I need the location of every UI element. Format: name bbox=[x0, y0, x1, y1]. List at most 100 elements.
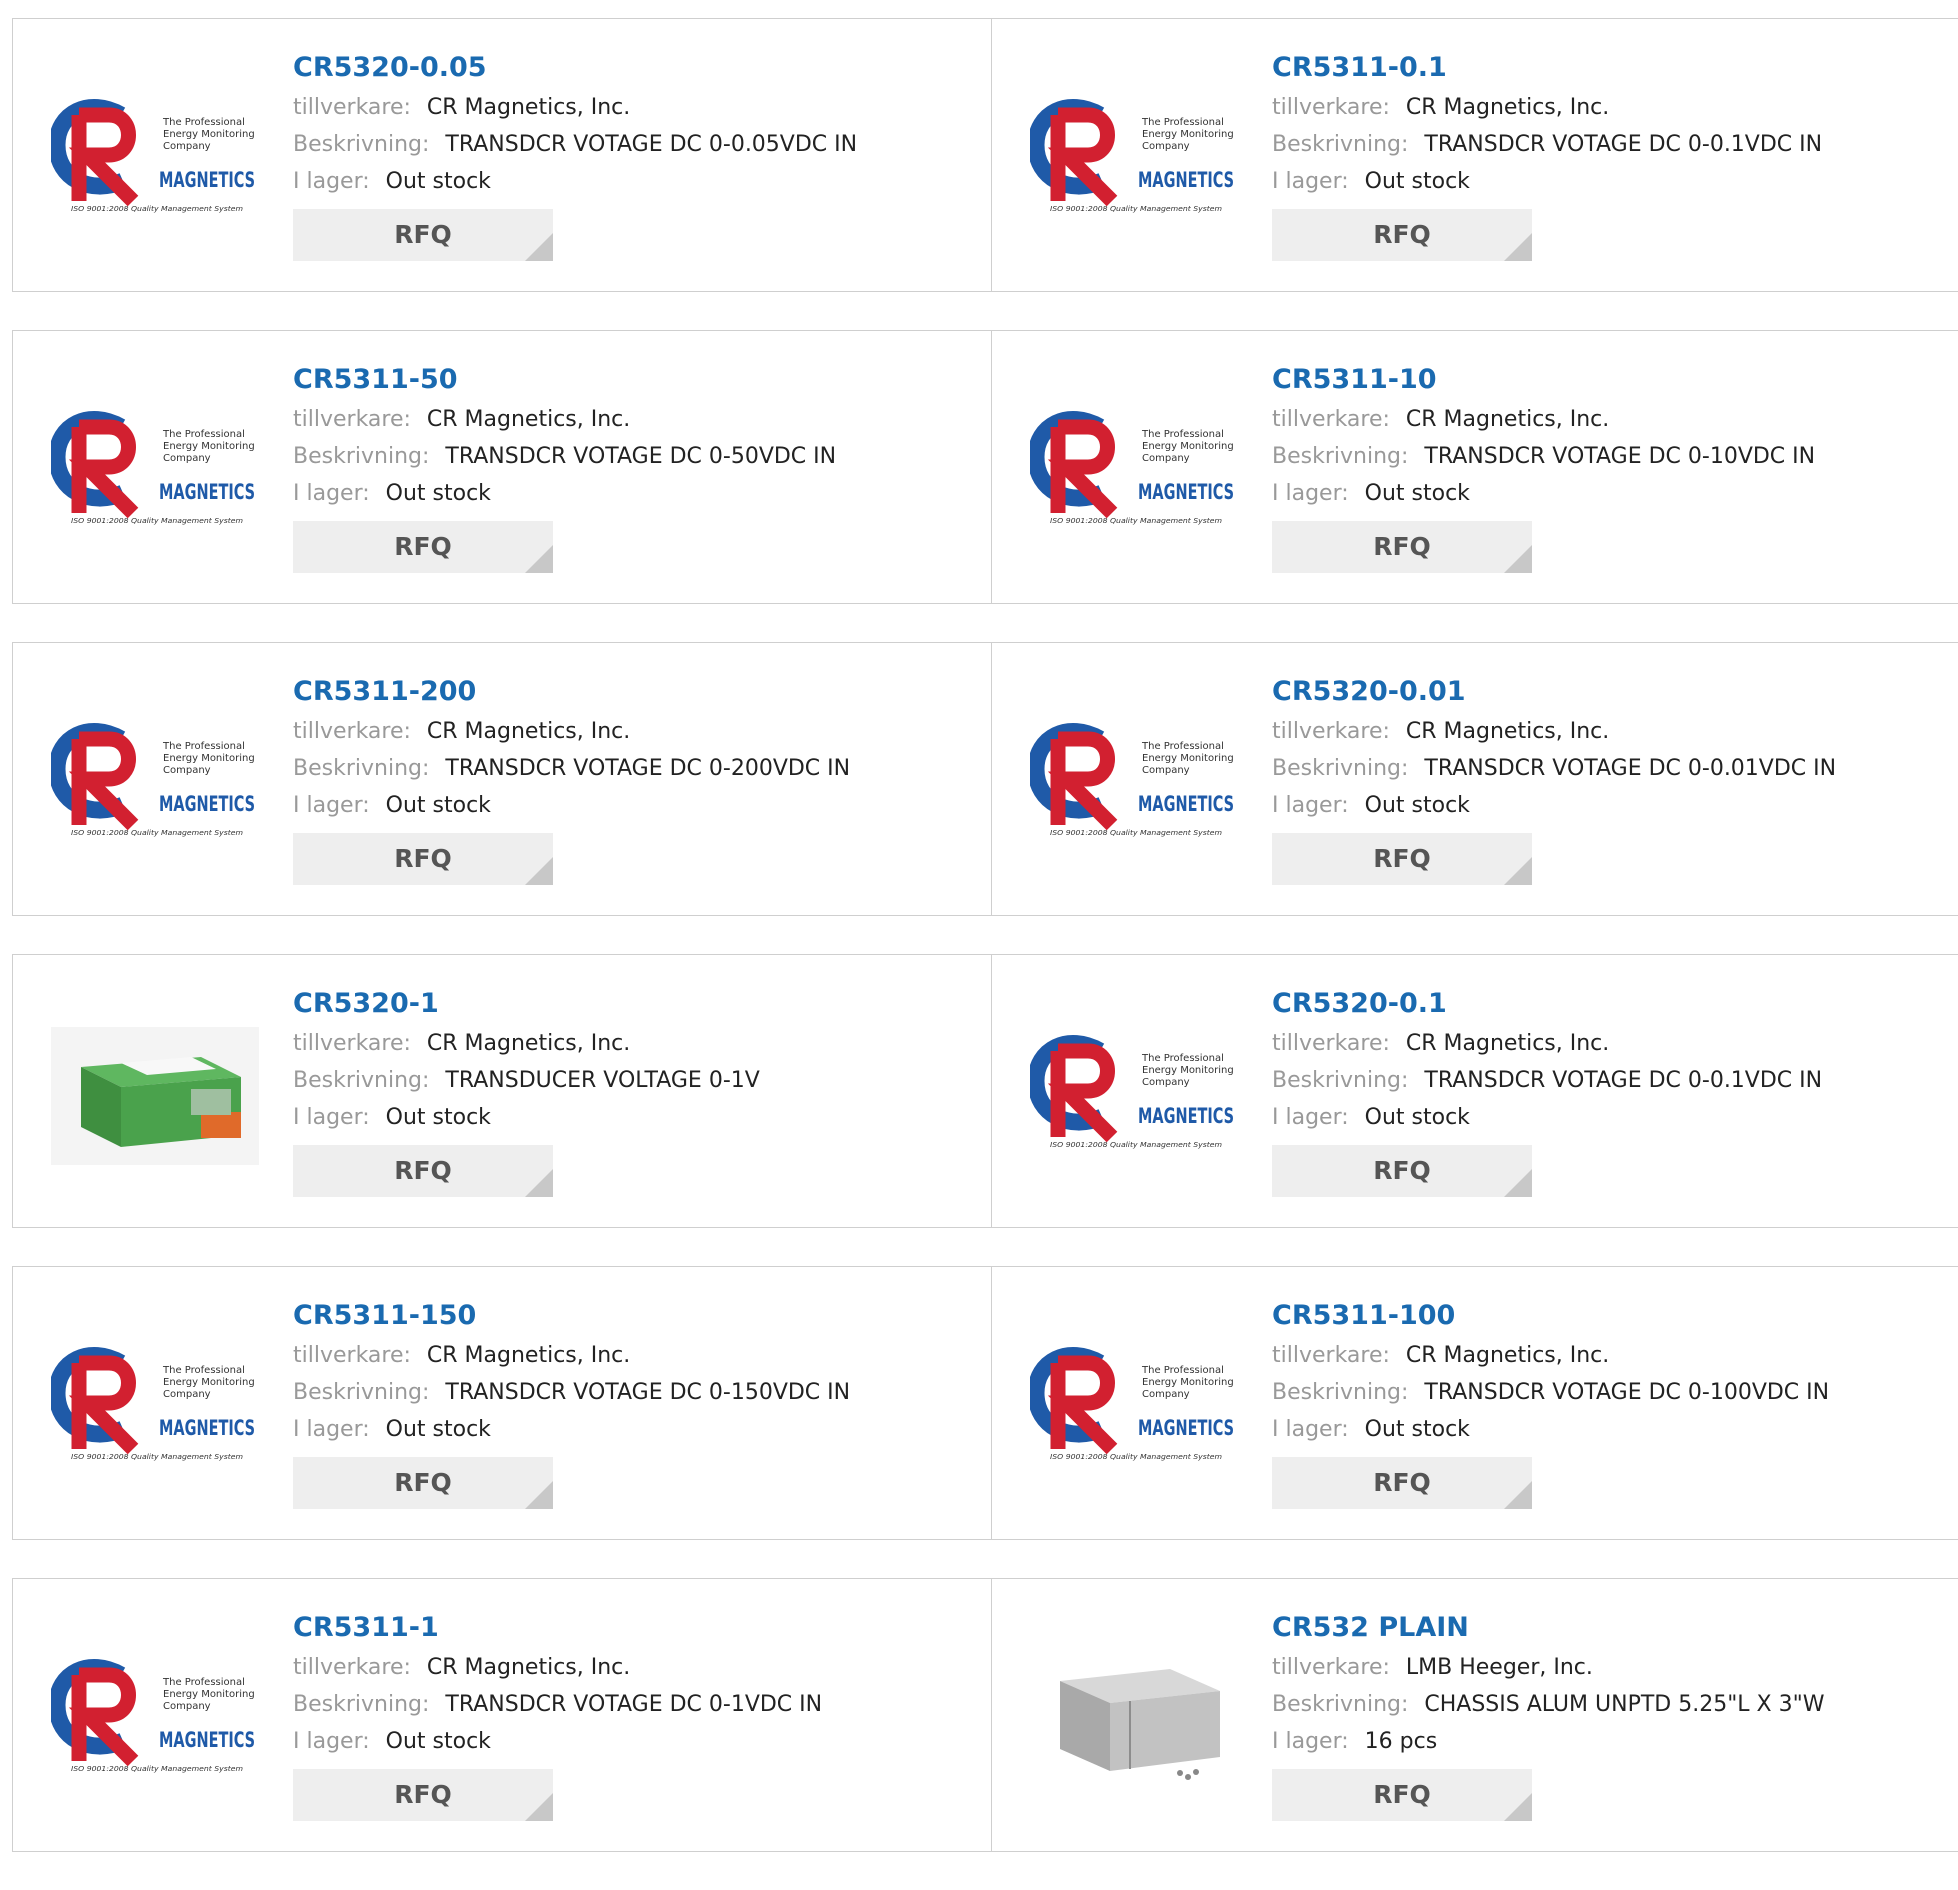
rfq-button[interactable]: RFQ bbox=[293, 1769, 553, 1821]
logo-tagline-2: Energy Monitoring bbox=[1142, 1065, 1234, 1076]
product-image[interactable]: The Professional Energy Monitoring Company… bbox=[1030, 403, 1238, 541]
description-label: Beskrivning: bbox=[293, 132, 430, 157]
rfq-button-label: RFQ bbox=[1373, 532, 1431, 561]
rfq-button[interactable]: RFQ bbox=[1272, 209, 1532, 261]
logo-tagline-1: The Professional bbox=[162, 1677, 245, 1688]
logo-tagline-2: Energy Monitoring bbox=[163, 753, 255, 764]
rfq-button[interactable]: RFQ bbox=[293, 521, 553, 573]
product-image[interactable]: The Professional Energy Monitoring Company… bbox=[1030, 1027, 1238, 1165]
manufacturer-row: tillverkare: CR Magnetics, Inc. bbox=[293, 713, 850, 750]
cr-magnetics-logo-icon: The ProfessionalEnergy MonitoringCompany… bbox=[1030, 1347, 1234, 1461]
corner-triangle-icon bbox=[525, 1793, 553, 1821]
product-info: CR532 PLAIN tillverkare: LMB Heeger, Inc.… bbox=[1272, 1609, 1825, 1821]
cr-magnetics-logo-icon: The ProfessionalEnergy MonitoringCompany… bbox=[1030, 723, 1234, 837]
description-value: TRANSDCR VOTAGE DC 0-100VDC IN bbox=[1424, 1380, 1830, 1405]
description-value: TRANSDCR VOTAGE DC 0-0.1VDC IN bbox=[1424, 1068, 1823, 1093]
product-image[interactable]: The Professional Energy Monitoring Company… bbox=[51, 403, 259, 541]
stock-value: Out stock bbox=[385, 169, 491, 194]
product-part-number-link[interactable]: CR5311-0.1 bbox=[1272, 49, 1822, 89]
rfq-button[interactable]: RFQ bbox=[1272, 521, 1532, 573]
product-part-number-link[interactable]: CR5311-200 bbox=[293, 673, 850, 713]
product-image[interactable]: The Professional Energy Monitoring Company… bbox=[51, 715, 259, 853]
rfq-button[interactable]: RFQ bbox=[293, 209, 553, 261]
rfq-button[interactable]: RFQ bbox=[293, 1145, 553, 1197]
product-card: The Professional Energy Monitoring Company… bbox=[13, 19, 991, 291]
product-part-number-link[interactable]: CR5311-150 bbox=[293, 1297, 850, 1337]
product-image[interactable] bbox=[1030, 1651, 1238, 1789]
description-value: TRANSDCR VOTAGE DC 0-150VDC IN bbox=[445, 1380, 851, 1405]
logo-iso: ISO 9001:2008 Quality Management System bbox=[1050, 1141, 1222, 1149]
stock-row: I lager: Out stock bbox=[1272, 475, 1815, 512]
product-image[interactable]: The Professional Energy Monitoring Company… bbox=[1030, 1339, 1238, 1477]
product-card: CR5320-1 tillverkare: CR Magnetics, Inc. … bbox=[13, 955, 991, 1227]
description-label: Beskrivning: bbox=[1272, 444, 1409, 469]
logo-tagline-1: The Professional bbox=[162, 741, 245, 752]
stock-row: I lager: Out stock bbox=[1272, 1099, 1822, 1136]
logo-tagline-1: The Professional bbox=[1141, 1053, 1224, 1064]
product-row: The Professional Energy Monitoring Company… bbox=[12, 1266, 1958, 1540]
stock-label: I lager: bbox=[1272, 169, 1349, 194]
stock-value: Out stock bbox=[1364, 793, 1470, 818]
product-card: The Professional Energy Monitoring Company… bbox=[991, 331, 1958, 603]
product-card: The Professional Energy Monitoring Company… bbox=[991, 643, 1958, 915]
product-part-number-link[interactable]: CR5320-1 bbox=[293, 985, 760, 1025]
product-card: The Professional Energy Monitoring Company… bbox=[991, 1267, 1958, 1539]
logo-iso: ISO 9001:2008 Quality Management System bbox=[71, 205, 243, 213]
stock-label: I lager: bbox=[1272, 481, 1349, 506]
product-part-number-link[interactable]: CR5311-100 bbox=[1272, 1297, 1829, 1337]
manufacturer-row: tillverkare: CR Magnetics, Inc. bbox=[293, 1649, 822, 1686]
stock-label: I lager: bbox=[1272, 793, 1349, 818]
stock-label: I lager: bbox=[293, 1729, 370, 1754]
stock-row: I lager: Out stock bbox=[293, 163, 857, 200]
manufacturer-value: CR Magnetics, Inc. bbox=[426, 407, 631, 432]
stock-row: I lager: Out stock bbox=[293, 475, 836, 512]
corner-triangle-icon bbox=[1504, 545, 1532, 573]
product-part-number-link[interactable]: CR5311-50 bbox=[293, 361, 836, 401]
corner-triangle-icon bbox=[1504, 1481, 1532, 1509]
product-part-number-link[interactable]: CR5311-1 bbox=[293, 1609, 822, 1649]
corner-triangle-icon bbox=[1504, 857, 1532, 885]
product-part-number-link[interactable]: CR5320-0.01 bbox=[1272, 673, 1836, 713]
product-grid: The Professional Energy Monitoring Company… bbox=[12, 18, 1958, 1890]
logo-tagline-3: Company bbox=[163, 453, 211, 464]
rfq-button[interactable]: RFQ bbox=[1272, 1145, 1532, 1197]
product-row: CR5320-1 tillverkare: CR Magnetics, Inc. … bbox=[12, 954, 1958, 1228]
logo-tagline-3: Company bbox=[163, 765, 211, 776]
rfq-button[interactable]: RFQ bbox=[293, 1457, 553, 1509]
logo-tagline-3: Company bbox=[1142, 1077, 1190, 1088]
stock-label: I lager: bbox=[293, 1105, 370, 1130]
stock-value: Out stock bbox=[385, 793, 491, 818]
logo-brand: MAGNETICS bbox=[159, 792, 255, 816]
stock-value: Out stock bbox=[1364, 1417, 1470, 1442]
product-part-number-link[interactable]: CR5311-10 bbox=[1272, 361, 1815, 401]
rfq-button[interactable]: RFQ bbox=[1272, 1457, 1532, 1509]
product-image[interactable] bbox=[51, 1027, 259, 1165]
description-value: TRANSDCR VOTAGE DC 0-0.01VDC IN bbox=[1424, 756, 1837, 781]
logo-tagline-2: Energy Monitoring bbox=[163, 1377, 255, 1388]
product-part-number-link[interactable]: CR532 PLAIN bbox=[1272, 1609, 1825, 1649]
logo-iso: ISO 9001:2008 Quality Management System bbox=[1050, 829, 1222, 837]
rfq-button[interactable]: RFQ bbox=[1272, 833, 1532, 885]
manufacturer-value: CR Magnetics, Inc. bbox=[426, 719, 631, 744]
rfq-button-label: RFQ bbox=[1373, 220, 1431, 249]
rfq-button[interactable]: RFQ bbox=[293, 833, 553, 885]
logo-tagline-2: Energy Monitoring bbox=[1142, 441, 1234, 452]
logo-tagline-1: The Professional bbox=[1141, 1365, 1224, 1376]
rfq-button[interactable]: RFQ bbox=[1272, 1769, 1532, 1821]
product-image[interactable]: The Professional Energy Monitoring Company… bbox=[1030, 91, 1238, 229]
logo-tagline-1: The Professional bbox=[1141, 117, 1224, 128]
product-image[interactable]: The Professional Energy Monitoring Company… bbox=[51, 1339, 259, 1477]
product-info: CR5320-0.05 tillverkare: CR Magnetics, In… bbox=[293, 49, 857, 261]
manufacturer-label: tillverkare: bbox=[293, 719, 411, 744]
logo-tagline-3: Company bbox=[1142, 453, 1190, 464]
product-image[interactable]: The Professional Energy Monitoring Company… bbox=[51, 1651, 259, 1789]
logo-brand: MAGNETICS bbox=[159, 480, 255, 504]
product-image[interactable]: The Professional Energy Monitoring Company… bbox=[1030, 715, 1238, 853]
product-part-number-link[interactable]: CR5320-0.1 bbox=[1272, 985, 1822, 1025]
description-label: Beskrivning: bbox=[293, 444, 430, 469]
product-image[interactable]: The Professional Energy Monitoring Company… bbox=[51, 91, 259, 229]
stock-row: I lager: Out stock bbox=[293, 1723, 822, 1760]
product-card: The Professional Energy Monitoring Company… bbox=[13, 1579, 991, 1851]
product-part-number-link[interactable]: CR5320-0.05 bbox=[293, 49, 857, 89]
cr-magnetics-logo-icon: The ProfessionalEnergy MonitoringCompany… bbox=[51, 411, 255, 525]
